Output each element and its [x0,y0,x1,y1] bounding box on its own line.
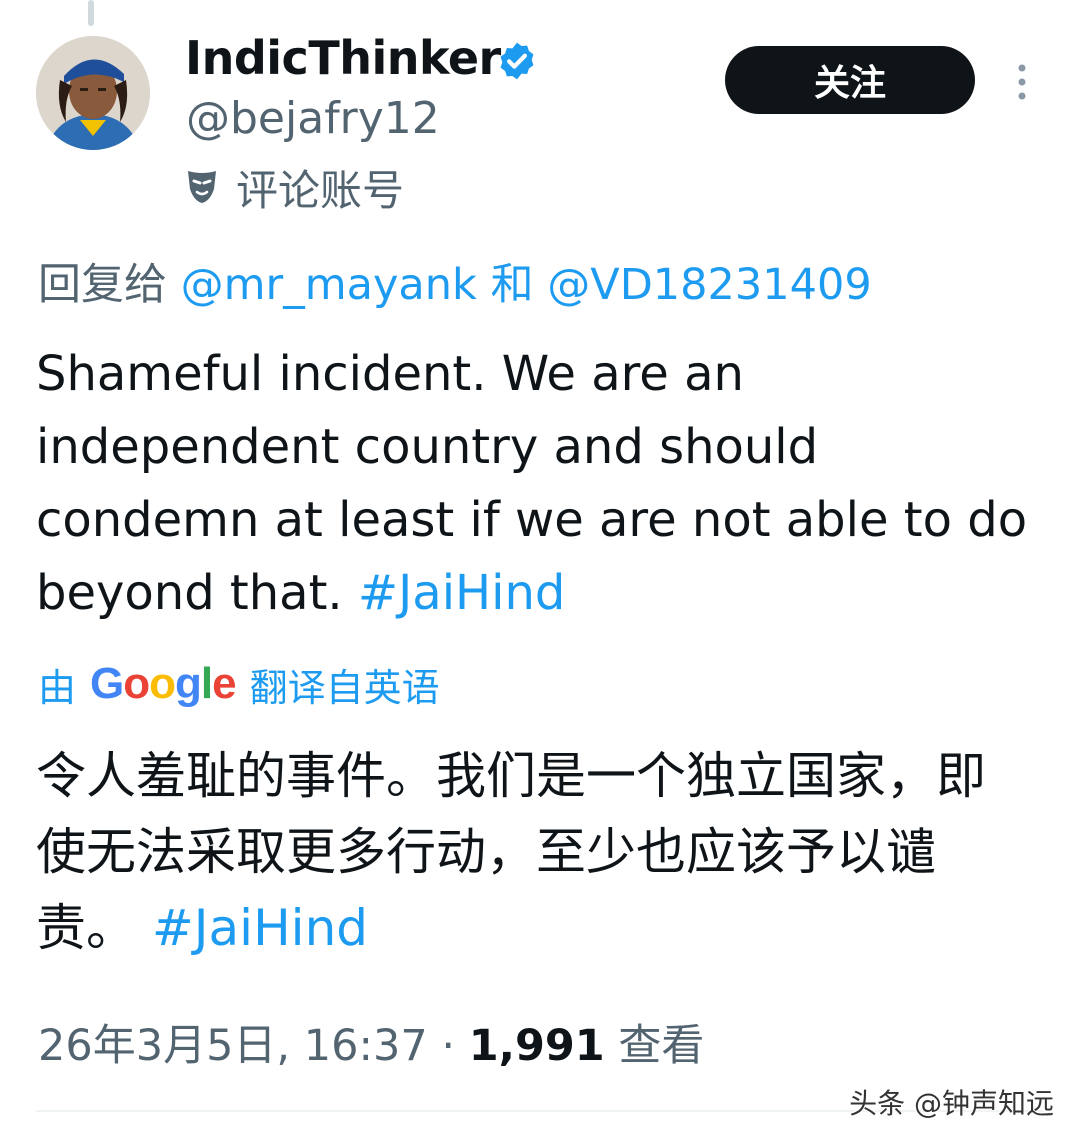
translated-hashtag[interactable]: #JaiHind [152,899,368,957]
tweet-hashtag[interactable]: #JaiHind [358,565,565,621]
reply-mention-user1[interactable]: @mr_mayank [181,260,477,310]
reply-prefix: 回复给 [38,260,167,310]
translation-suffix: 翻译自英语 [249,665,440,710]
author-handle[interactable]: @bejafry12 [186,90,440,148]
follow-button[interactable]: 关注 [725,46,975,114]
more-vertical-icon[interactable] [1010,62,1034,102]
automated-mask-icon [188,171,216,203]
translation-attribution[interactable]: 由 Google 翻译自英语 [38,656,440,712]
google-logo: Google [90,659,237,708]
reply-mention-user2[interactable]: @VD18231409 [547,260,871,310]
replying-to: 回复给 @mr_mayank 和 @VD18231409 [38,256,872,314]
tweet-text: Shameful incident. We are an independent… [36,338,1046,630]
tweet-meta: 26年3月5日, 16:37 · 1,991 查看 [38,1016,704,1076]
verified-badge-icon [500,42,534,80]
meta-separator: · [441,1021,456,1071]
translation-prefix: 由 [38,665,77,710]
author-display-name[interactable]: IndicThinker [185,28,501,88]
tweet-timestamp[interactable]: 26年3月5日, 16:37 [38,1021,428,1071]
translated-text: 令人羞耻的事件。我们是一个独立国家，即使无法采取更多行动，至少也应该予以谴责。 … [36,738,1016,966]
reply-conjunction: 和 [490,260,534,310]
thread-connector-line [88,0,94,26]
avatar[interactable] [36,36,150,150]
watermark: 头条 @钟声知远 [849,1087,1054,1120]
account-label: 评论账号 [186,158,404,216]
avatar-image [36,36,150,150]
views-count: 1,991 [468,1021,605,1071]
account-label-text: 评论账号 [236,165,405,215]
views-label: 查看 [618,1021,705,1071]
